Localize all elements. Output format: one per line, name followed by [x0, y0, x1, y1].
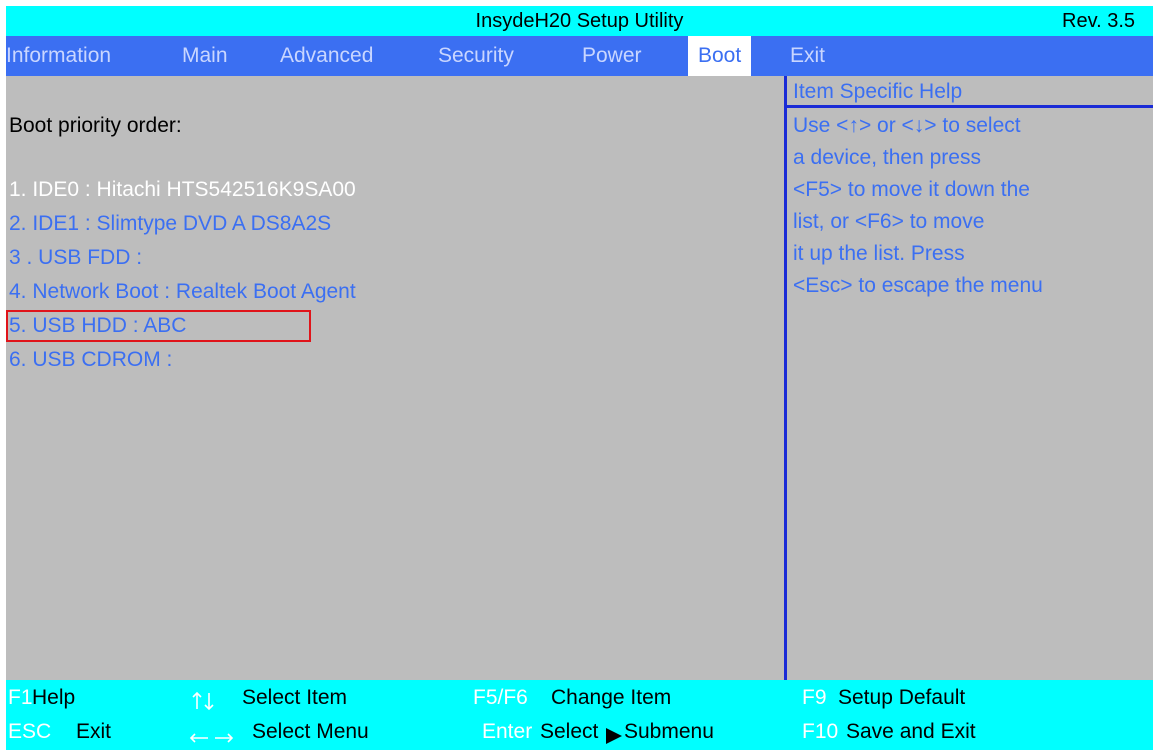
menu-tab-power[interactable]: Power [582, 36, 642, 76]
boot-item-1[interactable]: 1. IDE0 : Hitachi HTS542516K9SA00 [9, 178, 356, 202]
menu-tab-security[interactable]: Security [438, 36, 514, 76]
f1-key-label: F1 [8, 686, 33, 709]
help-line: <F5> to move it down the [793, 178, 1030, 201]
bios-screen: InsydeH20 Setup Utility Rev. 3.5 Informa… [6, 6, 1153, 750]
title-bar: InsydeH20 Setup Utility Rev. 3.5 [6, 6, 1153, 36]
menu-tab-information[interactable]: Information [6, 36, 111, 76]
menu-tab-exit[interactable]: Exit [790, 36, 825, 76]
f10-key-label: F10 [802, 720, 839, 743]
submenu-triangle-icon [606, 728, 622, 744]
highlight-outline [6, 310, 311, 342]
save-and-exit-label: Save and Exit [846, 720, 976, 743]
enter-key-label: Enter [482, 720, 533, 743]
menu-bar: Information Main Advanced Security Power… [6, 36, 1153, 76]
esc-key-label: ESC [8, 720, 52, 743]
boot-item-4[interactable]: 4. Network Boot : Realtek Boot Agent [9, 280, 356, 304]
boot-item-3[interactable]: 3 . USB FDD : [9, 246, 142, 270]
left-right-arrows-icon [189, 733, 234, 743]
f9-key-label: F9 [802, 686, 827, 709]
change-item-label: Change Item [551, 686, 672, 709]
setup-default-label: Setup Default [838, 686, 966, 709]
menu-tab-main[interactable]: Main [182, 36, 228, 76]
f1-help-label: Help [32, 686, 76, 709]
key-legend-bar: F1 Help Select Item F5/F6 Change Item F9… [6, 680, 1153, 750]
help-line: Use <↑> or <↓> to select [793, 114, 1021, 137]
revision-label: Rev. 3.5 [1062, 10, 1135, 32]
menu-tab-boot[interactable]: Boot [688, 36, 752, 76]
help-line: <Esc> to escape the menu [793, 274, 1043, 297]
enter-select-label: Select [540, 720, 599, 743]
esc-exit-label: Exit [76, 720, 112, 743]
help-line: it up the list. Press [793, 242, 965, 265]
main-panel: Boot priority order: 1. IDE0 : Hitachi H… [6, 76, 784, 680]
help-panel: Item Specific Help Use <↑> or <↓> to sel… [784, 76, 1153, 680]
f5f6-key-label: F5/F6 [473, 686, 528, 709]
help-title: Item Specific Help [787, 76, 1153, 108]
help-line: list, or <F6> to move [793, 210, 985, 233]
select-item-label: Select Item [242, 686, 348, 709]
up-down-arrows-icon [192, 691, 214, 711]
help-line: a device, then press [793, 146, 981, 169]
app-title: InsydeH20 Setup Utility [475, 10, 684, 32]
select-menu-label: Select Menu [252, 720, 369, 743]
menu-tab-advanced[interactable]: Advanced [280, 36, 373, 76]
boot-item-6[interactable]: 6. USB CDROM : [9, 348, 172, 372]
enter-submenu-label: Submenu [624, 720, 714, 743]
boot-item-2[interactable]: 2. IDE1 : Slimtype DVD A DS8A2S [9, 212, 331, 236]
boot-order-heading: Boot priority order: [9, 114, 182, 137]
